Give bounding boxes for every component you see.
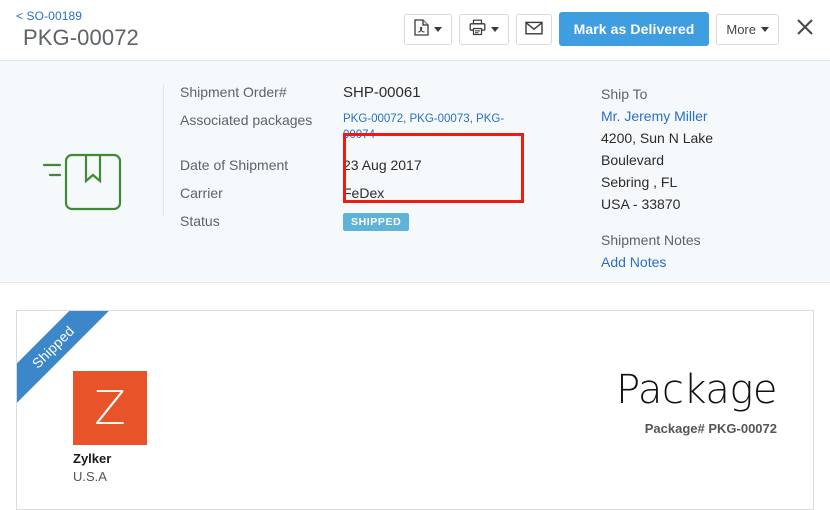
- package-document-card: Shipped Z Zylker U.S.A Package Package# …: [16, 310, 814, 510]
- ship-to-customer-link[interactable]: Mr. Jeremy Miller: [601, 105, 713, 127]
- package-box-icon: [40, 151, 122, 218]
- ship-to-address-line: Boulevard: [601, 152, 665, 168]
- status-badge: SHIPPED: [343, 213, 410, 231]
- list-separator: ,: [403, 113, 407, 125]
- chevron-down-icon: [490, 26, 499, 32]
- shipped-ribbon-label: Shipped: [28, 322, 78, 372]
- organization-logo-letter: Z: [94, 381, 126, 435]
- more-button[interactable]: More: [716, 13, 779, 45]
- close-icon: [795, 17, 815, 42]
- field-carrier: Carrier FeDex: [180, 184, 511, 203]
- field-value-carrier: FeDex: [343, 185, 385, 201]
- ship-to-block: Ship To Mr. Jeremy Miller 4200, Sun N La…: [601, 83, 713, 273]
- field-label: Status: [180, 213, 220, 229]
- add-notes-link[interactable]: Add Notes: [601, 251, 713, 273]
- field-label: Date of Shipment: [180, 157, 289, 173]
- field-label: Carrier: [180, 185, 223, 201]
- breadcrumb-back-link[interactable]: < SO-00189: [16, 9, 139, 23]
- associated-package-link[interactable]: PKG-00073: [410, 113, 470, 125]
- field-label: Associated packages: [180, 112, 313, 128]
- field-value-shipment-order: SHP-00061: [343, 84, 421, 101]
- organization-logo: Z: [73, 371, 147, 445]
- shipment-field-list: Shipment Order# SHP-00061 Associated pac…: [180, 83, 511, 240]
- associated-packages-links: PKG-00072, PKG-00073, PKG-00074: [343, 111, 511, 143]
- mark-as-delivered-button[interactable]: Mark as Delivered: [558, 12, 710, 46]
- chevron-down-icon: [761, 26, 769, 32]
- field-date-of-shipment: Date of Shipment 23 Aug 2017: [180, 156, 511, 175]
- chevron-down-icon: [433, 26, 442, 32]
- header-toolbar: Mark as Delivered More: [403, 12, 820, 46]
- list-separator: ,: [469, 113, 473, 125]
- shipment-info-panel: Shipment Order# SHP-00061 Associated pac…: [0, 61, 830, 283]
- ship-to-address-line: 4200, Sun N Lake: [601, 130, 714, 146]
- field-associated-packages: Associated packages PKG-00072, PKG-00073…: [180, 111, 511, 143]
- more-button-label: More: [726, 21, 756, 37]
- document-number: Package# PKG-00072: [644, 421, 777, 436]
- pdf-document-icon: [413, 19, 429, 39]
- title-block: < SO-00189 PKG-00072: [16, 9, 139, 52]
- close-button[interactable]: [790, 14, 820, 44]
- page-title: PKG-00072: [23, 25, 139, 50]
- print-button[interactable]: [458, 13, 509, 45]
- organization-country: U.S.A: [73, 469, 107, 484]
- ship-to-heading: Ship To: [601, 86, 648, 102]
- ship-to-address-line: USA - 33870: [601, 196, 681, 212]
- field-status: Status SHIPPED: [180, 212, 511, 231]
- document-title: Package: [616, 367, 777, 413]
- panel-divider: [163, 85, 164, 216]
- document-preview-area: Shipped Z Zylker U.S.A Package Package# …: [0, 283, 830, 510]
- associated-package-link[interactable]: PKG-00072: [343, 113, 403, 125]
- field-value-date: 23 Aug 2017: [343, 157, 422, 173]
- envelope-icon: [524, 21, 543, 38]
- ship-to-address-line: Sebring , FL: [601, 174, 678, 190]
- shipment-notes-heading: Shipment Notes: [601, 232, 701, 248]
- field-label: Shipment Order#: [180, 84, 287, 100]
- status-badge-wrap: SHIPPED: [343, 212, 410, 231]
- organization-name: Zylker: [73, 451, 112, 466]
- email-button[interactable]: [515, 13, 552, 45]
- field-shipment-order: Shipment Order# SHP-00061: [180, 83, 511, 102]
- export-pdf-button[interactable]: [403, 13, 452, 45]
- page-header: < SO-00189 PKG-00072 Mark as Delivered M…: [0, 0, 830, 61]
- printer-icon: [469, 19, 486, 39]
